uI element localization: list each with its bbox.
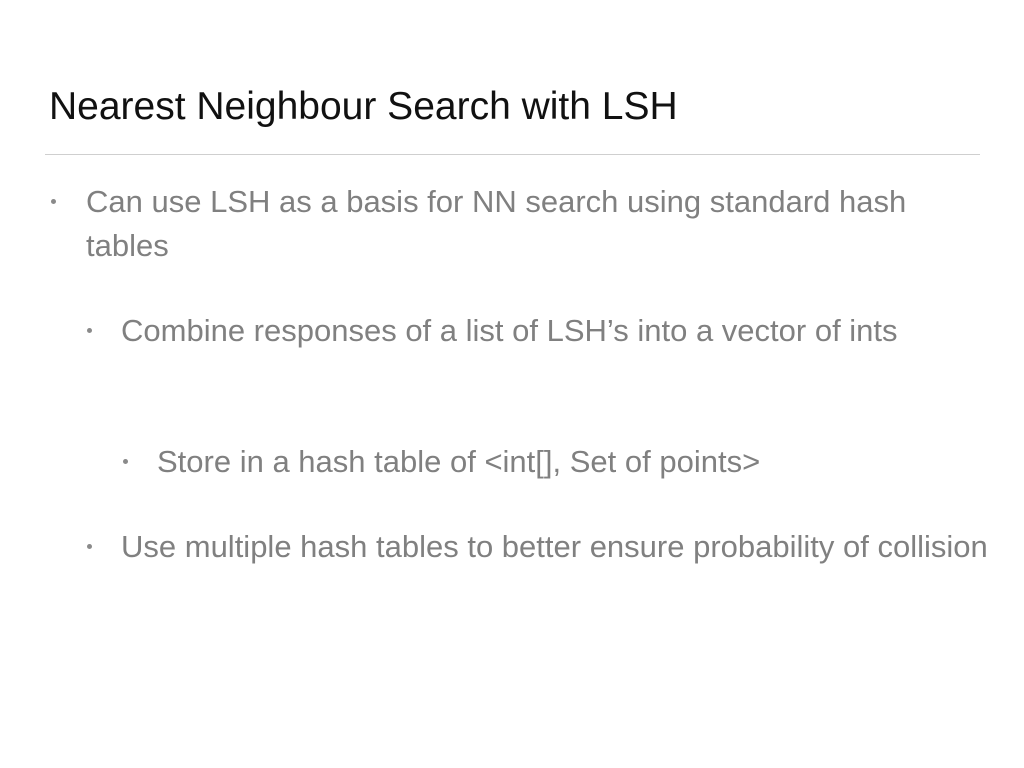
bullet-dot-icon — [87, 544, 92, 549]
slide-title: Nearest Neighbour Search with LSH — [49, 85, 678, 128]
bullet-text: Combine responses of a list of LSH’s int… — [121, 313, 898, 348]
bullet-dot-icon — [51, 199, 56, 204]
bullet-item: Use multiple hash tables to better ensur… — [87, 525, 991, 569]
bullet-dot-icon — [123, 459, 128, 464]
bullet-text: Can use LSH as a basis for NN search usi… — [86, 184, 907, 263]
title-divider — [45, 154, 980, 155]
slide: Nearest Neighbour Search with LSH Can us… — [0, 0, 1024, 768]
bullet-item: Can use LSH as a basis for NN search usi… — [51, 180, 966, 268]
bullet-item: Combine responses of a list of LSH’s int… — [87, 309, 991, 353]
bullet-item: Store in a hash table of <int[], Set of … — [123, 440, 977, 484]
bullet-text: Store in a hash table of <int[], Set of … — [157, 444, 761, 479]
bullet-dot-icon — [87, 328, 92, 333]
bullet-text: Use multiple hash tables to better ensur… — [121, 529, 988, 564]
